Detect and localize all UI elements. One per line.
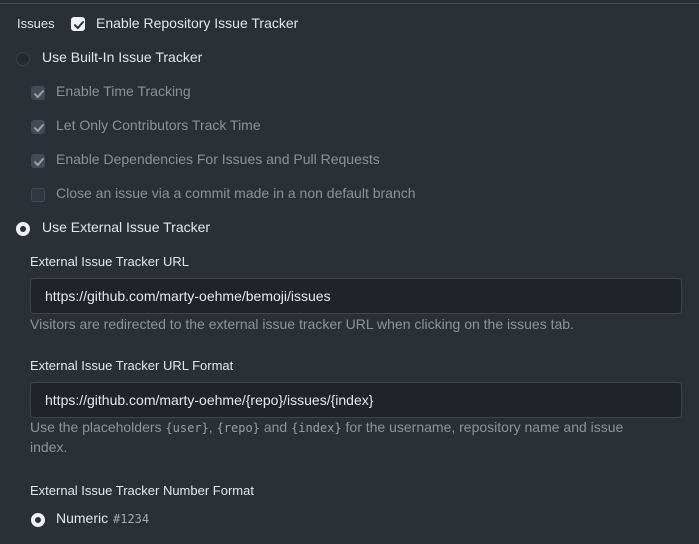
issues-section-label: Issues: [17, 16, 55, 31]
close-via-commit-checkbox[interactable]: [31, 188, 45, 202]
placeholder-index-code: {index}: [291, 421, 342, 435]
numeric-format-example: #1234: [113, 512, 150, 526]
placeholder-repo-code: {repo}: [216, 421, 260, 435]
placeholder-user-code: {user}: [165, 421, 209, 435]
external-tracker-label[interactable]: Use External Issue Tracker: [42, 219, 210, 235]
enable-issue-tracker-checkbox[interactable]: [71, 17, 85, 31]
contributors-track-time-checkbox[interactable]: [31, 120, 45, 134]
numeric-format-radio[interactable]: [31, 513, 45, 527]
help-prefix: Use the placeholders: [30, 419, 162, 435]
builtin-tracker-radio[interactable]: [16, 52, 30, 66]
external-url-input[interactable]: [30, 278, 682, 314]
checkmark-icon: [34, 158, 44, 166]
numeric-format-label[interactable]: Numeric: [56, 510, 108, 526]
external-url-format-help: Use the placeholders {user}, {repo} and …: [30, 419, 623, 435]
external-url-label: External Issue Tracker URL: [30, 254, 189, 269]
issues-settings-panel: Issues Enable Repository Issue Tracker U…: [0, 0, 699, 544]
external-url-help: Visitors are redirected to the external …: [30, 316, 574, 332]
external-url-format-help-line2: index.: [30, 439, 68, 455]
external-tracker-radio[interactable]: [16, 222, 30, 236]
number-format-label: External Issue Tracker Number Format: [30, 483, 254, 498]
builtin-tracker-label[interactable]: Use Built-In Issue Tracker: [42, 49, 202, 65]
close-via-commit-label[interactable]: Close an issue via a commit made in a no…: [56, 185, 416, 201]
external-url-format-input[interactable]: [30, 382, 682, 418]
help-and: and: [263, 419, 288, 435]
time-tracking-label[interactable]: Enable Time Tracking: [56, 83, 191, 99]
external-url-format-label: External Issue Tracker URL Format: [30, 358, 234, 373]
help-suffix: for the username, repository name and is…: [345, 419, 624, 435]
dependencies-label[interactable]: Enable Dependencies For Issues and Pull …: [56, 151, 380, 167]
checkmark-icon: [34, 90, 44, 98]
checkmark-icon: [34, 124, 44, 132]
checkmark-icon: [74, 21, 84, 29]
enable-issue-tracker-label[interactable]: Enable Repository Issue Tracker: [96, 15, 298, 31]
contributors-track-time-label[interactable]: Let Only Contributors Track Time: [56, 117, 261, 133]
top-divider: [0, 3, 699, 4]
help-comma: ,: [208, 419, 213, 435]
dependencies-checkbox[interactable]: [31, 154, 45, 168]
time-tracking-checkbox[interactable]: [31, 86, 45, 100]
